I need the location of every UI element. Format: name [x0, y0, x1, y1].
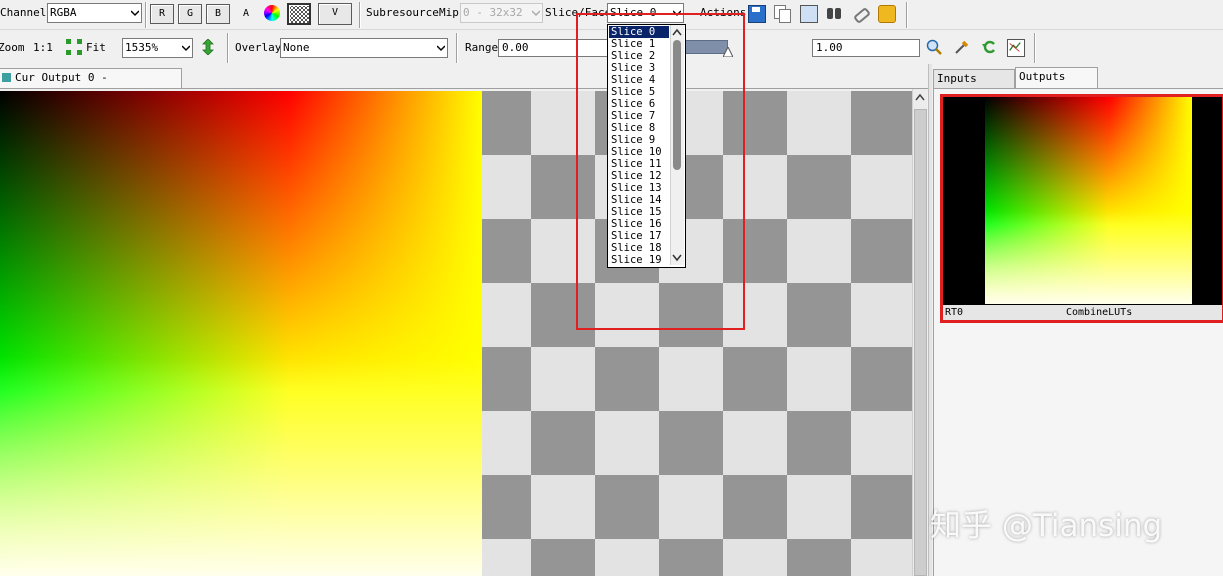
mip-value: 0 - 32x32 [463, 6, 523, 19]
watermark: 知乎 @Tiansing [930, 508, 1163, 544]
reset-range-icon[interactable] [981, 39, 997, 55]
chevron-down-icon [131, 10, 139, 17]
chevron-down-icon [437, 45, 445, 52]
subresource-label: Subresource [366, 6, 439, 19]
channel-g-button[interactable]: G [178, 4, 202, 24]
channel-v-button[interactable]: V [318, 3, 352, 25]
texture-tab[interactable]: Cur Output 0 - CombineLUTs [0, 68, 182, 102]
range-max-input[interactable]: 1.00 [812, 39, 920, 57]
thumbnail-caption-bar: RT0 CombineLUTs [943, 305, 1222, 320]
overlay-value: None [283, 41, 310, 54]
scroll-up-icon[interactable] [915, 93, 925, 101]
zoom-label: Zoom [0, 41, 25, 54]
zoom-icon[interactable] [926, 39, 942, 55]
binoculars-icon[interactable] [826, 5, 842, 21]
open-external-icon[interactable] [800, 5, 818, 23]
chevron-down-icon [182, 45, 190, 52]
fit-label[interactable]: Fit [86, 41, 106, 55]
link-icon[interactable] [852, 5, 872, 25]
zoom-value: 1535% [125, 41, 159, 54]
texture-tab-icon [2, 73, 11, 82]
overlay-select[interactable]: None [280, 38, 448, 58]
texture-viewport[interactable] [0, 91, 912, 576]
highlight-box [576, 13, 745, 330]
channels-select[interactable]: RGBA [47, 3, 142, 23]
channels-value: RGBA [50, 6, 77, 19]
thumbnail-name: CombineLUTs [1066, 307, 1133, 318]
mip-label: Mip [439, 6, 459, 19]
copy-icon[interactable] [774, 5, 791, 23]
thumbnail-slot: RT0 [945, 307, 964, 318]
flip-vertical-icon[interactable] [200, 39, 216, 55]
channel-b-button[interactable]: B [206, 4, 230, 24]
texture-tab-strip [0, 88, 930, 89]
zoom-actual-size-button[interactable]: 1:1 [33, 41, 53, 55]
tab-inputs-label: Inputs [937, 72, 977, 85]
range-label: Range [465, 41, 499, 54]
channel-a-toggle[interactable]: A [243, 7, 249, 21]
texture-preview [0, 91, 482, 576]
tab-inputs[interactable]: Inputs [933, 69, 1015, 88]
color-wheel-icon[interactable] [264, 5, 280, 21]
eyedropper-icon[interactable] [954, 39, 970, 55]
fit-icon[interactable] [66, 39, 82, 55]
output-thumbnail[interactable]: RT0 CombineLUTs [940, 94, 1223, 323]
histogram-icon[interactable] [1007, 39, 1025, 57]
puzzle-icon[interactable] [878, 5, 896, 23]
tab-outputs[interactable]: Outputs [1015, 67, 1098, 88]
thumbnail-image [985, 97, 1192, 304]
scrollbar-thumb[interactable] [914, 109, 927, 576]
viewport-vertical-scrollbar[interactable] [912, 89, 927, 576]
chevron-down-icon [532, 10, 540, 17]
tab-outputs-label: Outputs [1019, 70, 1066, 83]
mip-select[interactable]: 0 - 32x32 [460, 3, 543, 23]
save-icon[interactable] [748, 5, 766, 23]
channels-label: Channels [0, 6, 53, 19]
zoom-select[interactable]: 1535% [122, 38, 193, 58]
checkerboard-toggle-button[interactable] [287, 3, 311, 25]
channel-r-button[interactable]: R [150, 4, 174, 24]
overlay-label: Overlay [235, 41, 282, 54]
